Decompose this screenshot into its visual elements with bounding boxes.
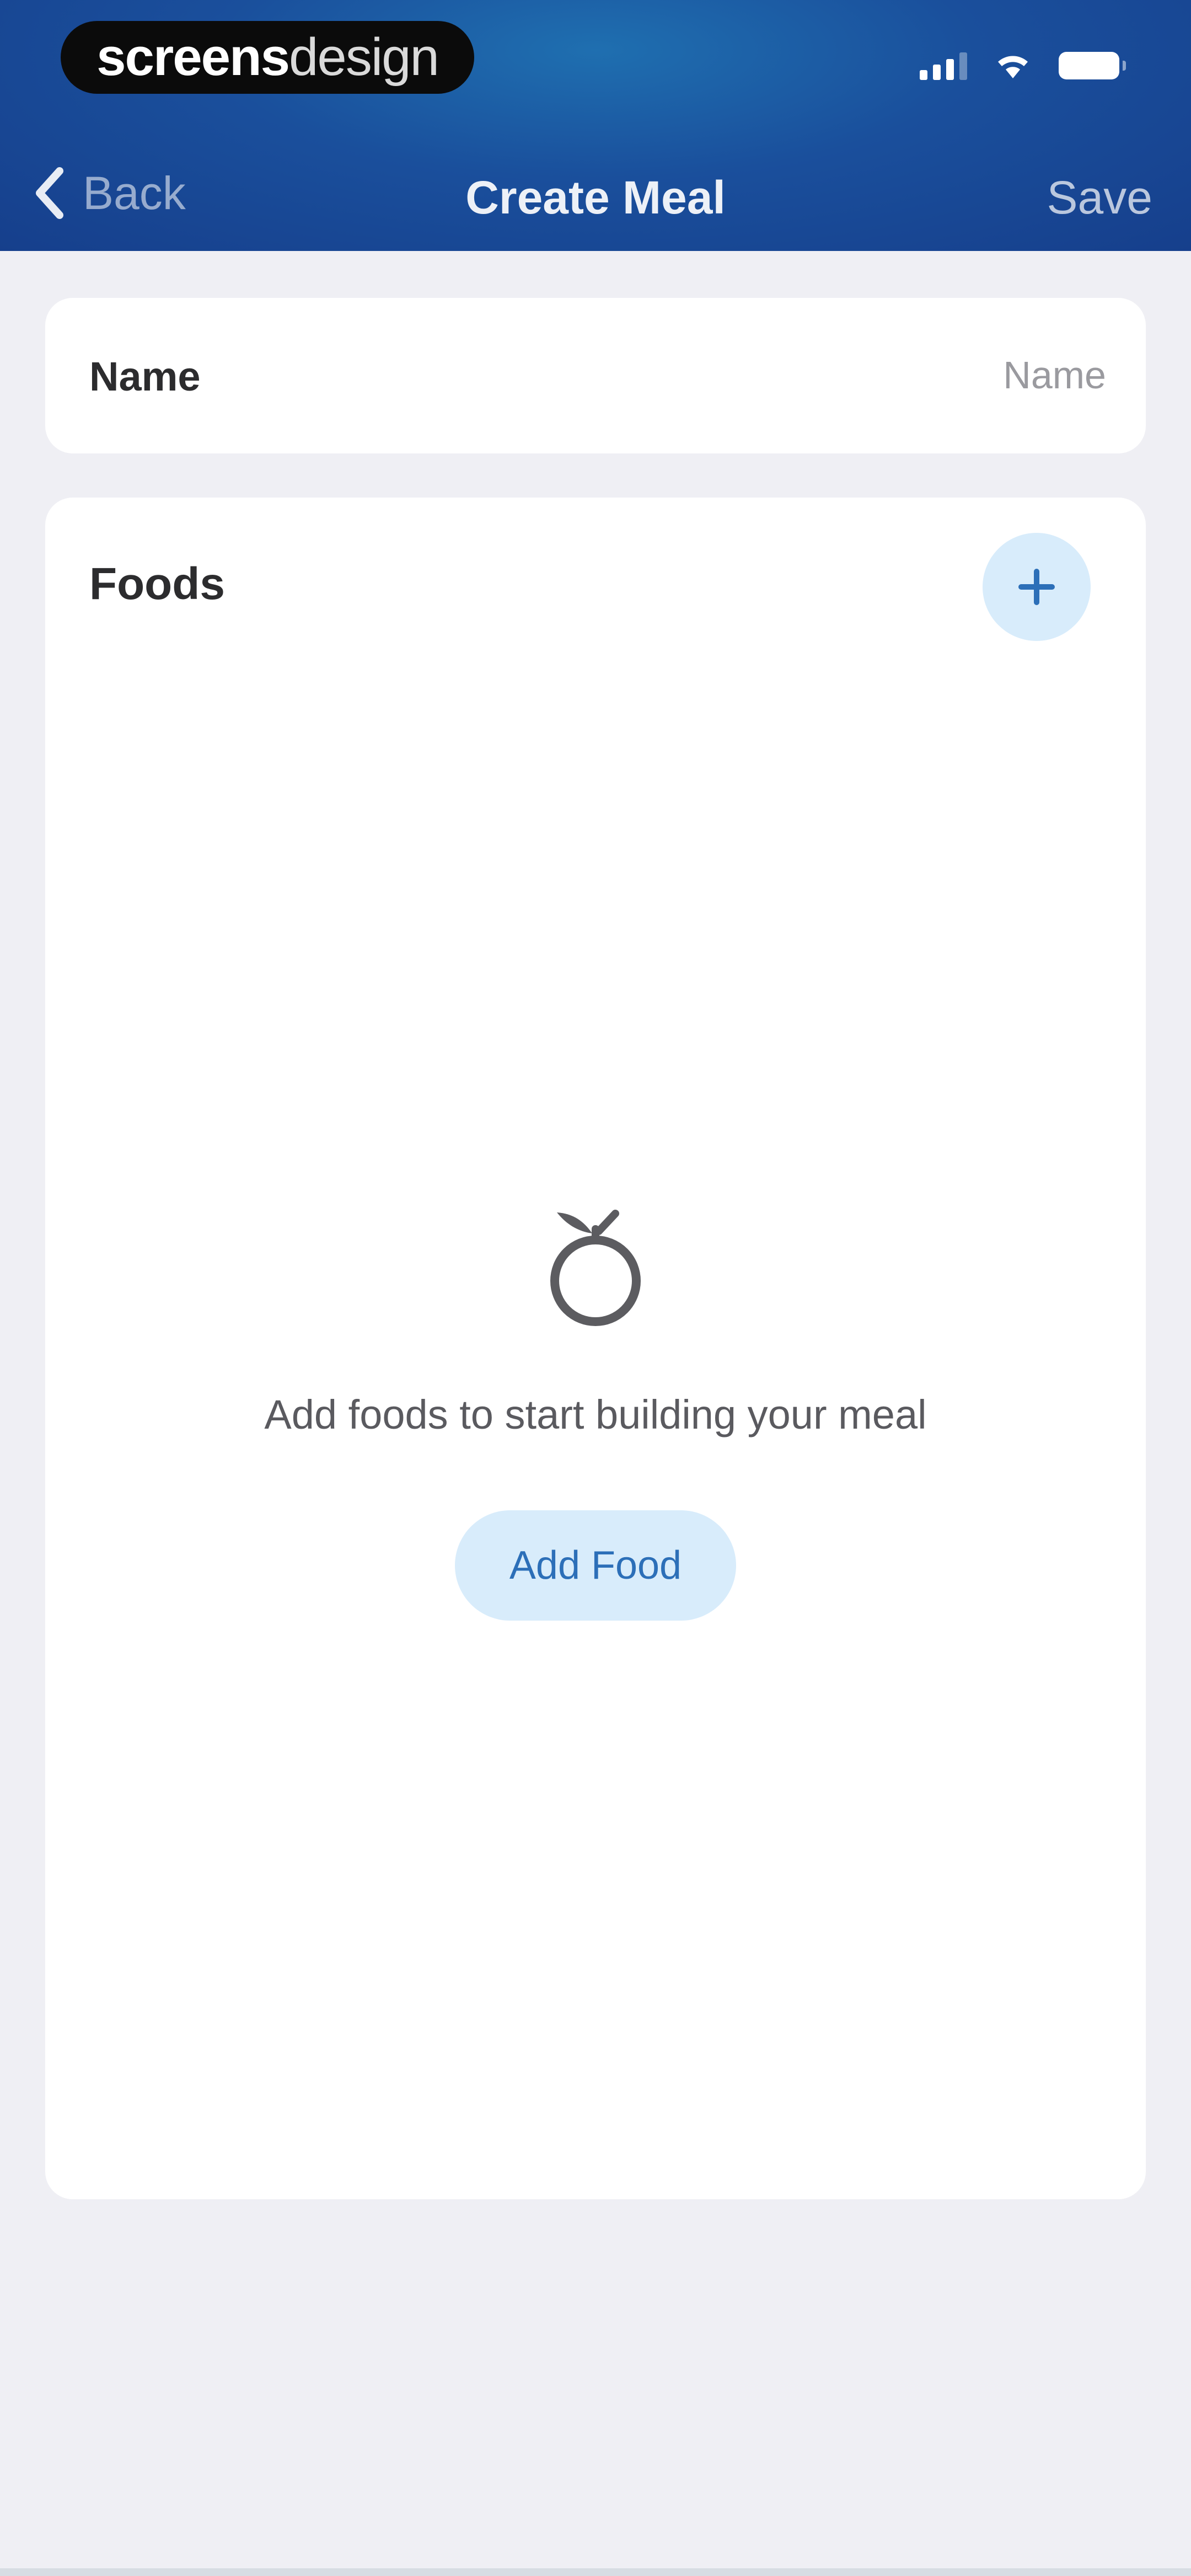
page-title: Create Meal — [465, 172, 726, 223]
apple-icon — [550, 1210, 641, 1326]
brand-logo-bold: screens — [96, 28, 290, 87]
bottom-edge — [0, 2568, 1191, 2576]
foods-card: Foods Add foods to start building your m… — [45, 498, 1146, 2199]
app-header: screensdesign Back Create Meal Save — [0, 0, 1191, 251]
name-label: Name — [89, 354, 201, 399]
name-card: Name — [45, 298, 1146, 453]
plus-icon — [1018, 569, 1055, 605]
add-food-button[interactable]: Add Food — [455, 1510, 736, 1621]
brand-pill: screensdesign — [61, 21, 474, 94]
add-food-label: Add Food — [509, 1543, 682, 1588]
battery-icon — [1059, 52, 1126, 79]
add-food-circle-button[interactable] — [983, 533, 1091, 641]
wifi-icon — [998, 56, 1028, 78]
empty-state-message: Add foods to start building your meal — [264, 1392, 927, 1437]
brand-logo: screensdesign — [96, 28, 439, 87]
navigation-bar: Back Create Meal Save — [0, 149, 1191, 237]
brand-logo-light: design — [289, 28, 439, 87]
name-input[interactable] — [609, 344, 1107, 406]
status-icons — [920, 51, 1126, 81]
cellular-signal-icon — [920, 51, 967, 80]
save-button[interactable]: Save — [1047, 171, 1152, 225]
create-meal-screen: screensdesign Back Create Meal Save Name… — [0, 0, 1191, 2576]
foods-title: Foods — [89, 559, 225, 609]
